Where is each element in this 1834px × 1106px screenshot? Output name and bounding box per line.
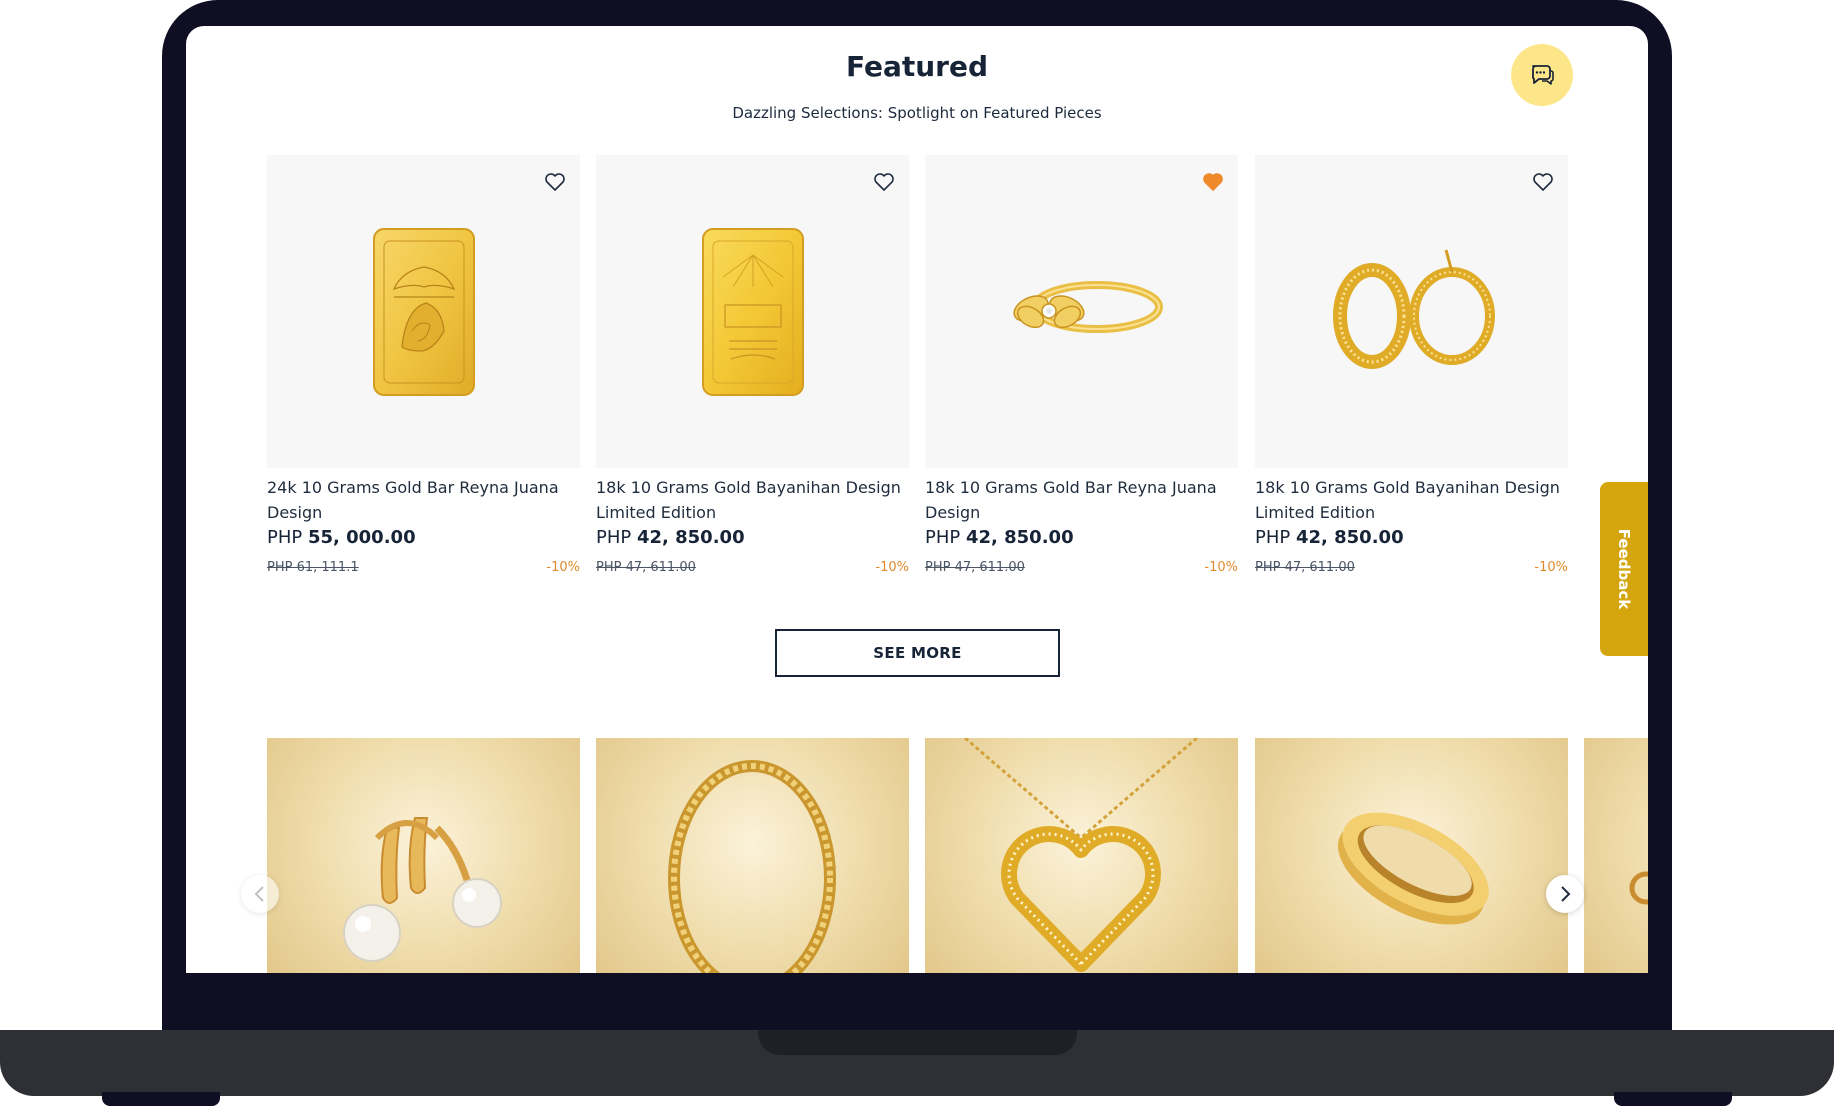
product-price: PHP 55, 000.00 bbox=[267, 527, 416, 548]
price-amount: 42, 850.00 bbox=[1295, 527, 1404, 548]
product-image[interactable] bbox=[925, 155, 1238, 468]
laptop-notch bbox=[758, 1030, 1077, 1055]
discount-badge: -10% bbox=[875, 560, 909, 575]
carousel-prev-button[interactable] bbox=[241, 875, 279, 913]
price-currency: PHP bbox=[925, 527, 961, 548]
product-card[interactable]: 18k 10 Grams Gold Bar Reyna Juana Design… bbox=[925, 155, 1238, 615]
heart-outline-icon bbox=[545, 173, 565, 191]
chat-button[interactable] bbox=[1511, 44, 1573, 106]
jewelry-icon bbox=[1629, 871, 1648, 905]
product-name[interactable]: 24k 10 Grams Gold Bar Reyna Juana Design bbox=[267, 475, 580, 525]
wishlist-button[interactable] bbox=[1200, 169, 1226, 195]
laptop-foot-right bbox=[1614, 1092, 1732, 1106]
chevron-left-icon bbox=[254, 886, 264, 902]
original-price: PHP 47, 611.00 bbox=[925, 560, 1025, 575]
product-price: PHP 42, 850.00 bbox=[925, 527, 1074, 548]
category-tile[interactable] bbox=[596, 738, 909, 973]
laptop-foot-left bbox=[102, 1092, 220, 1106]
price-currency: PHP bbox=[596, 527, 632, 548]
screen: Featured Dazzling Selections: Spotlight … bbox=[186, 26, 1648, 973]
price-currency: PHP bbox=[1255, 527, 1291, 548]
price-amount: 55, 000.00 bbox=[307, 527, 416, 548]
original-price: PHP 47, 611.00 bbox=[1255, 560, 1355, 575]
discount-badge: -10% bbox=[1534, 560, 1568, 575]
heart-necklace-icon bbox=[964, 738, 1198, 972]
chevron-right-icon bbox=[1561, 886, 1571, 902]
product-name[interactable]: 18k 10 Grams Gold Bar Reyna Juana Design bbox=[925, 475, 1238, 525]
discount-badge: -10% bbox=[546, 560, 580, 575]
see-more-button[interactable]: SEE MORE bbox=[775, 629, 1060, 677]
product-card[interactable]: 18k 10 Grams Gold Bayanihan Design Limit… bbox=[596, 155, 909, 615]
chain-bracelet-icon bbox=[668, 760, 836, 973]
wishlist-button[interactable] bbox=[871, 169, 897, 195]
original-price: PHP 61, 111.1 bbox=[267, 560, 359, 575]
price-amount: 42, 850.00 bbox=[636, 527, 745, 548]
original-price: PHP 47, 611.00 bbox=[596, 560, 696, 575]
hoop-earrings-icon bbox=[1332, 249, 1495, 369]
category-tile[interactable] bbox=[1584, 738, 1648, 973]
wishlist-button[interactable] bbox=[542, 169, 568, 195]
feedback-tab[interactable]: Feedback bbox=[1600, 482, 1648, 656]
product-card[interactable]: 18k 10 Grams Gold Bayanihan Design Limit… bbox=[1255, 155, 1568, 615]
category-tile[interactable] bbox=[1255, 738, 1568, 973]
chat-icon bbox=[1532, 65, 1554, 85]
gold-bar-icon bbox=[701, 227, 804, 396]
discount-badge: -10% bbox=[1204, 560, 1238, 575]
gold-ring-icon bbox=[1337, 812, 1489, 925]
heart-filled-icon bbox=[1203, 173, 1223, 191]
gold-bar-icon bbox=[372, 227, 475, 396]
product-image[interactable] bbox=[1255, 155, 1568, 468]
product-price: PHP 42, 850.00 bbox=[596, 527, 745, 548]
product-price: PHP 42, 850.00 bbox=[1255, 527, 1404, 548]
price-amount: 42, 850.00 bbox=[965, 527, 1074, 548]
product-card[interactable]: 24k 10 Grams Gold Bar Reyna Juana Design… bbox=[267, 155, 580, 615]
product-image[interactable] bbox=[267, 155, 580, 468]
category-carousel bbox=[267, 738, 1648, 973]
product-list: 24k 10 Grams Gold Bar Reyna Juana Design… bbox=[267, 155, 1579, 615]
ring-icon bbox=[1012, 280, 1163, 333]
laptop-mockup: Featured Dazzling Selections: Spotlight … bbox=[0, 0, 1834, 1106]
product-name[interactable]: 18k 10 Grams Gold Bayanihan Design Limit… bbox=[1255, 475, 1568, 525]
feedback-label: Feedback bbox=[1615, 528, 1634, 610]
category-tile[interactable] bbox=[267, 738, 580, 973]
heart-outline-icon bbox=[1533, 173, 1553, 191]
section-subtitle: Dazzling Selections: Spotlight on Featur… bbox=[732, 104, 1102, 122]
heart-outline-icon bbox=[874, 173, 894, 191]
product-image[interactable] bbox=[596, 155, 909, 468]
carousel-next-button[interactable] bbox=[1546, 875, 1584, 913]
wishlist-button[interactable] bbox=[1530, 169, 1556, 195]
section-title: Featured bbox=[845, 50, 989, 83]
category-tile[interactable] bbox=[925, 738, 1238, 973]
pearl-earrings-icon bbox=[343, 817, 502, 962]
product-name[interactable]: 18k 10 Grams Gold Bayanihan Design Limit… bbox=[596, 475, 909, 525]
price-currency: PHP bbox=[267, 527, 303, 548]
